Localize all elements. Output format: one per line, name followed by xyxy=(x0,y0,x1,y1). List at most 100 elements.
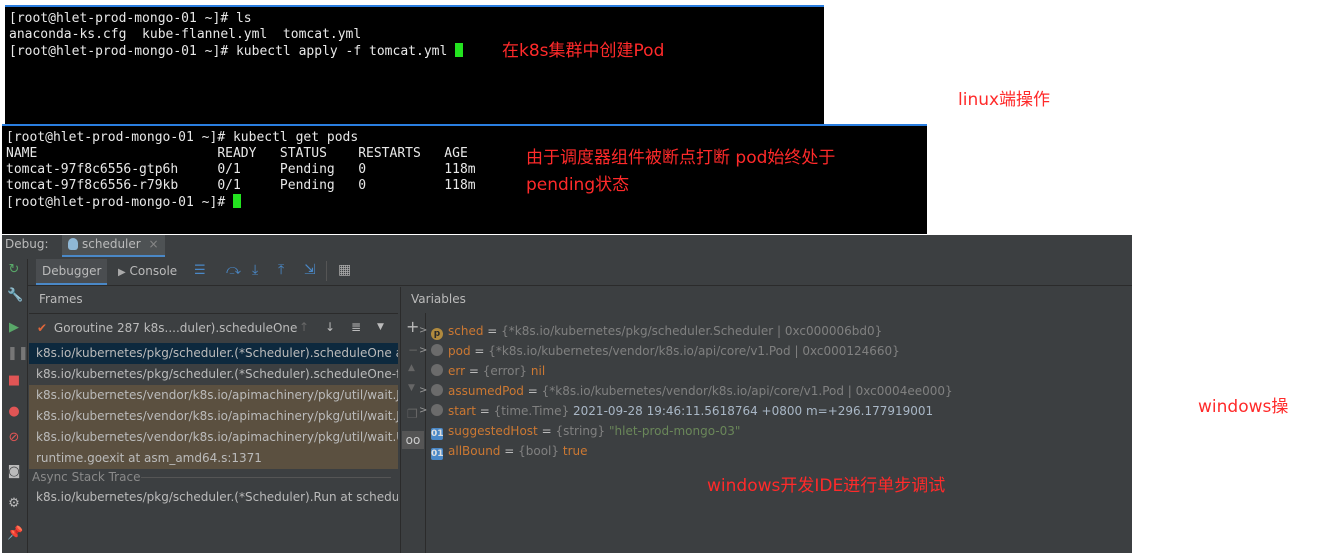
annotation-pending-line2: pending状态 xyxy=(526,175,630,195)
step-out-icon[interactable]: ⤒ xyxy=(278,262,284,278)
camera-icon[interactable]: ◙ xyxy=(7,465,21,479)
resume-icon[interactable]: ▶ xyxy=(7,321,21,335)
primitive-icon: 01 xyxy=(431,428,444,440)
command-text: [root@hlet-prod-mongo-01 ~]# kubectl app… xyxy=(9,44,456,59)
variable-row[interactable]: 01 suggestedHost = {string} "hlet-prod-mo… xyxy=(431,421,740,441)
var-name: suggestedHost xyxy=(448,424,538,438)
variables-panel: Variables + − ▲ ▼ ❐ oo > p sched = {*k8s.… xyxy=(400,287,1132,553)
terminal-line: anaconda-ks.cfg kube-flannel.yml tomcat.… xyxy=(9,27,362,42)
goroutine-label: Goroutine 287 k8s....duler).scheduleOne xyxy=(53,321,298,335)
pause-icon[interactable]: ❚❚ xyxy=(7,347,29,361)
var-name: err xyxy=(448,364,466,378)
rerun-icon[interactable]: ↻ xyxy=(7,263,21,277)
terminal-line: [root@hlet-prod-mongo-01 ~]# xyxy=(6,194,241,211)
tab-console[interactable]: ▶ Console xyxy=(118,259,177,283)
chevron-right-icon[interactable]: > xyxy=(419,341,427,361)
property-icon: p xyxy=(431,328,443,340)
terminal-window-2[interactable]: [root@hlet-prod-mongo-01 ~]# kubectl get… xyxy=(2,124,927,234)
terminal-window-1[interactable]: [root@hlet-prod-mongo-01 ~]# ls anaconda… xyxy=(5,5,824,125)
step-into-icon[interactable]: ⤓ xyxy=(252,262,258,278)
run-to-cursor-icon[interactable]: ⇲ xyxy=(304,262,316,278)
step-over-icon[interactable]: ⤼ xyxy=(226,262,241,278)
frame-row[interactable]: runtime.goexit at asm_amd64.s:1371 xyxy=(29,448,398,469)
tab-console-label: Console xyxy=(129,264,178,278)
add-watch-icon[interactable]: + xyxy=(406,317,419,336)
toolbar-divider xyxy=(326,261,327,281)
variable-row[interactable]: err = {error} nil xyxy=(431,361,545,381)
divider xyxy=(141,477,391,478)
field-icon xyxy=(431,384,443,396)
variable-row[interactable]: 01 allBound = {bool} true xyxy=(431,441,588,461)
chevron-down-icon[interactable]: ▼ xyxy=(377,322,384,332)
check-icon: ✔ xyxy=(37,321,48,335)
var-name: assumedPod xyxy=(448,384,524,398)
annotation-pending-line1: 由于调度器组件被断点打断 pod始终处于 xyxy=(526,148,836,168)
chevron-right-icon[interactable]: > xyxy=(419,401,427,421)
mute-breakpoints-icon[interactable]: ⊘ xyxy=(7,431,21,445)
close-icon[interactable]: × xyxy=(149,237,159,251)
terminal-cursor xyxy=(455,43,464,57)
divider xyxy=(29,313,398,314)
terminal-line: tomcat-97f8c6556-gtp6h 0/1 Pending 0 118… xyxy=(6,162,476,177)
chevron-right-icon[interactable]: > xyxy=(419,321,427,341)
chevron-right-icon[interactable]: > xyxy=(419,381,427,401)
view-breakpoints-icon[interactable]: ● xyxy=(7,405,21,419)
async-frame-row[interactable]: k8s.io/kubernetes/pkg/scheduler.(*Schedu… xyxy=(29,487,398,508)
up-arrow-icon[interactable]: ↑ xyxy=(299,320,309,334)
gear-icon[interactable]: ⚙ xyxy=(7,497,21,511)
prompt-text: [root@hlet-prod-mongo-01 ~]# xyxy=(6,195,233,210)
frame-row-selected[interactable]: k8s.io/kubernetes/pkg/scheduler.(*Schedu… xyxy=(29,343,398,364)
var-type: {bool} xyxy=(518,444,560,458)
settings-wrench-icon[interactable]: 🔧 xyxy=(7,289,23,303)
var-name: pod xyxy=(448,344,471,358)
frames-title: Frames xyxy=(39,292,83,306)
pin-icon[interactable]: 📌 xyxy=(7,527,23,541)
frame-row[interactable]: k8s.io/kubernetes/vendor/k8s.io/apimachi… xyxy=(29,406,398,427)
frame-row[interactable]: k8s.io/kubernetes/vendor/k8s.io/apimachi… xyxy=(29,385,398,406)
terminal-line: NAME READY STATUS RESTARTS AGE xyxy=(6,146,468,161)
var-type: {*k8s.io/kubernetes/pkg/scheduler.Schedu… xyxy=(501,324,883,338)
copy-icon[interactable]: ❐ xyxy=(407,407,418,421)
move-up-icon[interactable]: ▲ xyxy=(408,363,415,373)
var-type: {*k8s.io/kubernetes/vendor/k8s.io/api/co… xyxy=(541,384,953,398)
var-value: "hlet-prod-mongo-03" xyxy=(609,424,741,438)
remove-icon[interactable]: − xyxy=(408,343,418,357)
variables-title: Variables xyxy=(411,292,466,306)
terminal-line: [root@hlet-prod-mongo-01 ~]# ls xyxy=(9,11,252,26)
annotation-linux-ops: linux端操作 xyxy=(958,90,1051,110)
glasses-icon[interactable]: oo xyxy=(402,431,424,449)
async-stack-title: Async Stack Trace xyxy=(32,470,141,484)
var-type: {time.Time} xyxy=(493,404,570,418)
field-icon xyxy=(431,364,443,376)
variable-row[interactable]: > assumedPod = {*k8s.io/kubernetes/vendo… xyxy=(419,381,953,401)
tab-scheduler[interactable]: scheduler × xyxy=(62,235,165,257)
var-value: true xyxy=(562,444,588,458)
goroutine-selector[interactable]: ✔ Goroutine 287 k8s....duler).scheduleOn… xyxy=(37,318,297,338)
debug-side-toolbar: ↻ 🔧 ▶ ❚❚ ■ ● ⊘ ◙ ⚙ 📌 xyxy=(2,259,29,553)
annotation-windows-ops: windows操 xyxy=(1198,397,1289,417)
variable-row[interactable]: > p sched = {*k8s.io/kubernetes/pkg/sched… xyxy=(419,321,883,341)
stop-icon[interactable]: ■ xyxy=(7,374,21,388)
evaluate-icon[interactable]: ▦ xyxy=(338,262,351,278)
annotation-create-pod: 在k8s集群中创建Pod xyxy=(502,41,665,61)
frames-panel: Frames ✔ Goroutine 287 k8s....duler).sch… xyxy=(29,287,398,553)
variable-row[interactable]: > start = {time.Time} 2021-09-28 19:46:1… xyxy=(419,401,934,421)
var-name: start xyxy=(448,404,476,418)
move-down-icon[interactable]: ▼ xyxy=(408,383,415,393)
filter-icon[interactable]: ≣ xyxy=(351,320,361,334)
var-value: nil xyxy=(530,364,546,378)
terminal-cursor xyxy=(232,194,241,208)
frame-row[interactable]: k8s.io/kubernetes/pkg/scheduler.(*Schedu… xyxy=(29,364,398,385)
debug-label: Debug: xyxy=(5,237,49,251)
down-arrow-icon[interactable]: ↓ xyxy=(325,320,335,334)
field-icon xyxy=(431,404,443,416)
console-icon: ▶ xyxy=(118,267,126,278)
var-name: sched xyxy=(448,324,484,338)
layout-icon[interactable]: ☰ xyxy=(194,263,206,278)
variable-row[interactable]: > pod = {*k8s.io/kubernetes/vendor/k8s.i… xyxy=(419,341,900,361)
ide-debug-panel: Debug: scheduler × Debugger ▶ Console ☰ … xyxy=(2,235,1132,553)
var-value: 2021-09-28 19:46:11.5618764 +0800 m=+296… xyxy=(573,404,934,418)
tab-debugger[interactable]: Debugger xyxy=(36,259,108,285)
frame-row[interactable]: k8s.io/kubernetes/vendor/k8s.io/apimachi… xyxy=(29,427,398,448)
primitive-icon: 01 xyxy=(431,448,444,460)
